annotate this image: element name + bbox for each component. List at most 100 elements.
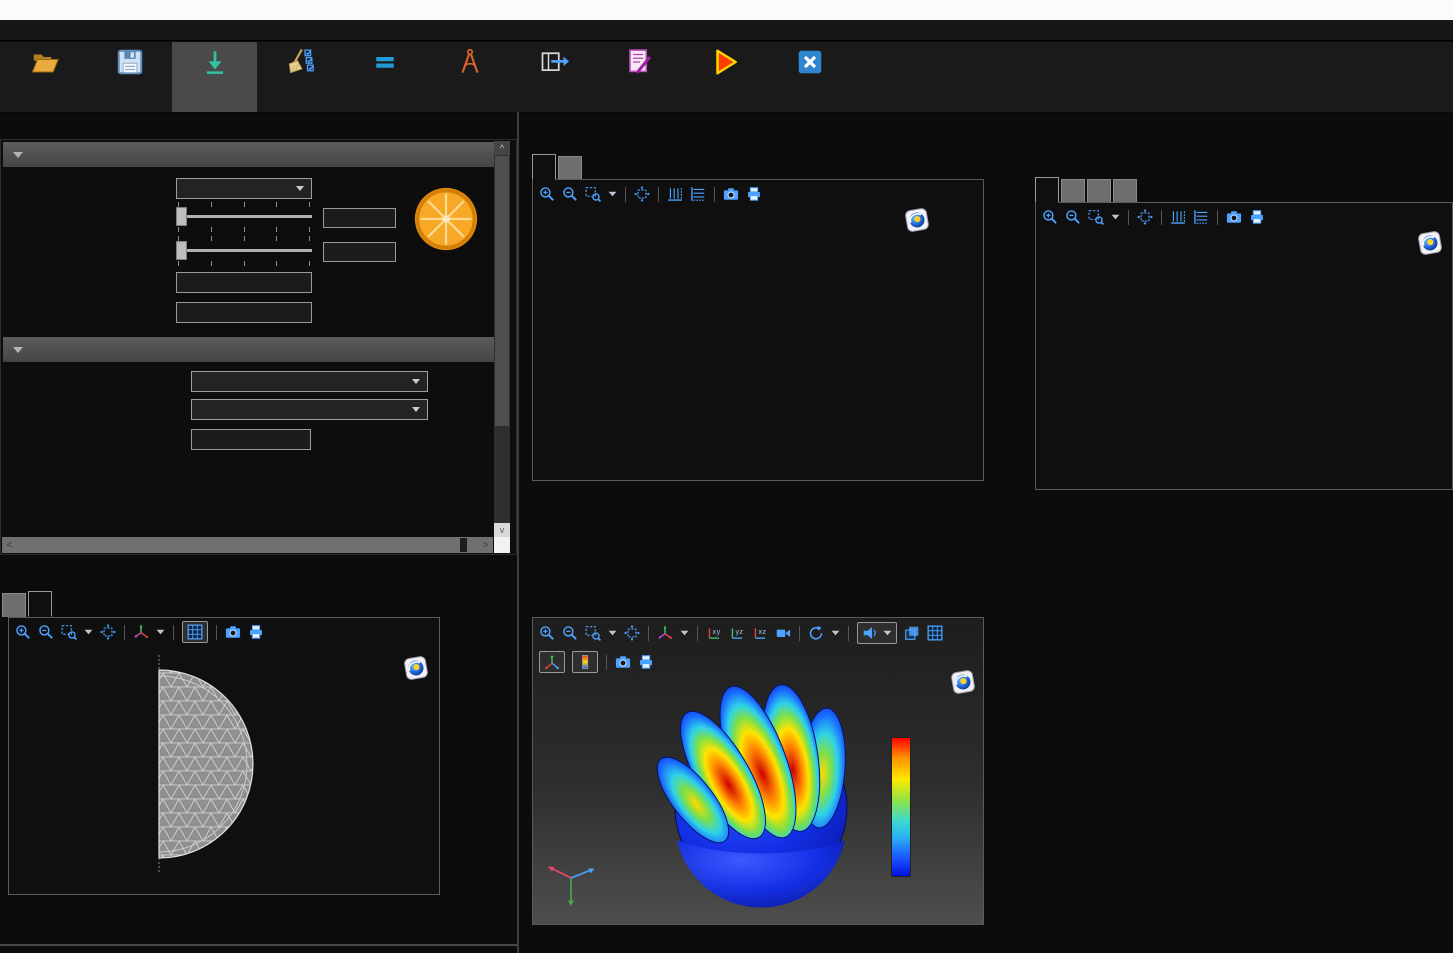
equals-icon	[370, 47, 400, 77]
camera-icon[interactable]	[1226, 209, 1242, 225]
zoom-box-icon[interactable]	[1088, 209, 1104, 225]
tab-geometry[interactable]	[2, 593, 26, 617]
fruit-radius-slider[interactable]	[176, 234, 312, 268]
tab-mesh[interactable]	[28, 591, 52, 617]
y-axis-grid-icon[interactable]	[690, 186, 706, 202]
product-parameters-header[interactable]	[3, 142, 495, 167]
tab-air-temperature[interactable]	[532, 154, 556, 180]
scroll-up-arrow[interactable]: ^	[494, 141, 510, 155]
fruit-peel-thickness-value[interactable]	[323, 208, 396, 228]
zoom-extents-icon[interactable]	[1137, 209, 1153, 225]
zoom-box-icon[interactable]	[585, 625, 601, 641]
caret-down-icon[interactable]	[156, 629, 165, 635]
initial-fruit-temperature-input[interactable]	[176, 272, 312, 293]
scroll-right-arrow[interactable]: >	[478, 537, 493, 553]
slider-ticks	[178, 261, 310, 266]
zoom-in-icon[interactable]	[1042, 209, 1058, 225]
caret-down-icon[interactable]	[1111, 214, 1120, 220]
scroll-down-arrow[interactable]: v	[494, 523, 510, 537]
compute-button[interactable]	[342, 42, 427, 112]
delivery-air-parameters-header[interactable]	[3, 337, 495, 362]
view-xz-icon[interactable]	[752, 625, 768, 641]
caret-down-icon[interactable]	[608, 630, 617, 636]
tab-remaining-quality[interactable]	[1061, 179, 1085, 203]
air-temperature-value-input[interactable]	[191, 429, 311, 450]
exit-application-button[interactable]	[767, 42, 852, 112]
export-table-button[interactable]	[512, 42, 597, 112]
chevron-down-icon	[412, 407, 420, 412]
zoom-in-icon[interactable]	[539, 625, 555, 641]
zoom-extents-icon[interactable]	[624, 625, 640, 641]
fruit-peel-thickness-slider[interactable]	[176, 200, 312, 234]
save-file-as-button[interactable]	[172, 42, 257, 112]
geometry-button[interactable]	[427, 42, 512, 112]
x-axis-grid-icon[interactable]	[1170, 209, 1186, 225]
view-xy-icon[interactable]	[706, 625, 722, 641]
zoom-in-icon[interactable]	[539, 186, 555, 202]
color-legend-toggle-icon	[577, 654, 593, 670]
zoom-out-icon[interactable]	[562, 625, 578, 641]
caret-down-icon[interactable]	[831, 630, 840, 636]
horizontal-scrollbar[interactable]: < >	[2, 537, 493, 553]
print-icon[interactable]	[746, 186, 762, 202]
view-yz-icon[interactable]	[729, 625, 745, 641]
zoom-extents-icon[interactable]	[634, 186, 650, 202]
axis-orientation-icon[interactable]	[657, 625, 673, 641]
mesh-toggle-button[interactable]	[182, 621, 208, 643]
tab-core-fruit-temperature[interactable]	[1113, 179, 1137, 203]
clear-all-solutions-button[interactable]	[257, 42, 342, 112]
fly-view-icon[interactable]	[775, 625, 791, 641]
print-icon[interactable]	[248, 624, 264, 640]
transparency-icon[interactable]	[904, 625, 920, 641]
save-application-button[interactable]	[87, 42, 172, 112]
tab-condensation[interactable]	[1087, 179, 1111, 203]
play-button[interactable]	[682, 42, 767, 112]
y-axis-grid-icon[interactable]	[1193, 209, 1209, 225]
tab-air-relative-humidity[interactable]	[558, 156, 582, 180]
exit-x-icon	[795, 47, 825, 77]
scene-light-button[interactable]	[857, 622, 897, 644]
caret-down-icon[interactable]	[608, 191, 617, 197]
download-arrow-icon	[200, 47, 230, 77]
volumetric-flow-rate-dropdown[interactable]	[191, 371, 428, 392]
mesh-toggle-icon[interactable]	[927, 625, 943, 641]
axis-triad-toggle-icon	[544, 654, 560, 670]
axis-triad-toggle[interactable]	[539, 651, 565, 673]
zoom-extents-icon[interactable]	[100, 624, 116, 640]
axis-orientation-icon[interactable]	[133, 624, 149, 640]
zoom-in-icon[interactable]	[15, 624, 31, 640]
zoom-out-icon[interactable]	[1065, 209, 1081, 225]
fruit-type-dropdown[interactable]	[176, 178, 312, 199]
fruit-3d-view[interactable]	[593, 668, 883, 908]
slider-track[interactable]	[176, 215, 312, 218]
scroll-left-arrow[interactable]: <	[2, 537, 17, 553]
caret-down-icon[interactable]	[84, 629, 93, 635]
mesh-plot-canvas[interactable]	[11, 645, 439, 894]
initial-quality-input[interactable]	[176, 302, 312, 323]
panel-splitter[interactable]	[0, 944, 517, 946]
zoom-out-icon[interactable]	[38, 624, 54, 640]
open-file-button[interactable]	[2, 42, 87, 112]
chevron-down-icon	[412, 379, 420, 384]
camera-icon[interactable]	[225, 624, 241, 640]
rotate-icon[interactable]	[808, 625, 824, 641]
zoom-out-icon[interactable]	[562, 186, 578, 202]
vertical-scrollbar[interactable]: ^ v	[494, 141, 510, 537]
delivery-air-temperature-dropdown[interactable]	[191, 399, 428, 420]
scrollbar-thumb[interactable]	[460, 538, 467, 552]
tab-mass-loss[interactable]	[1035, 177, 1059, 203]
slider-thumb[interactable]	[176, 241, 187, 260]
zoom-box-icon[interactable]	[61, 624, 77, 640]
x-axis-grid-icon[interactable]	[667, 186, 683, 202]
slider-thumb[interactable]	[176, 207, 187, 226]
slider-track[interactable]	[176, 249, 312, 252]
app-window: ^ v < >	[0, 0, 1453, 953]
scrollbar-thumb[interactable]	[495, 156, 509, 426]
caret-down-icon[interactable]	[680, 630, 689, 636]
camera-icon[interactable]	[723, 186, 739, 202]
zoom-box-icon[interactable]	[585, 186, 601, 202]
print-icon[interactable]	[1249, 209, 1265, 225]
fruit-radius-value[interactable]	[323, 242, 396, 262]
column-divider[interactable]	[517, 112, 519, 953]
create-report-button[interactable]	[597, 42, 682, 112]
